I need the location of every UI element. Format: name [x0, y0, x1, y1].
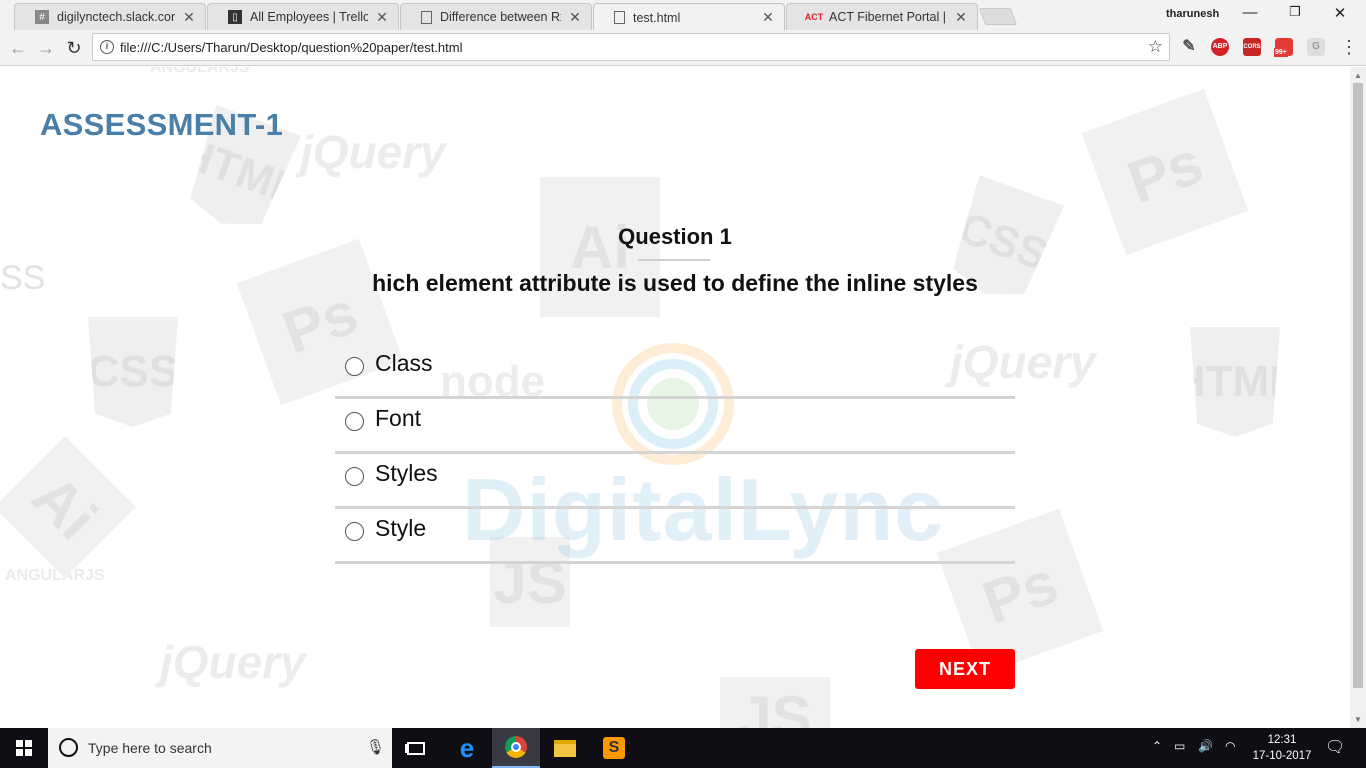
- trello-icon: ▯: [228, 10, 242, 24]
- reload-icon[interactable]: ↻: [62, 36, 86, 60]
- tab-rxjs[interactable]: Difference between Rxjs ✕: [400, 3, 592, 30]
- back-arrow-icon[interactable]: ←: [6, 36, 30, 60]
- watermark-html5: HTML: [1190, 327, 1280, 437]
- clock-date: 17-10-2017: [1252, 750, 1312, 762]
- search-placeholder: Type here to search: [88, 740, 212, 756]
- window-close-icon[interactable]: ✕: [1320, 4, 1360, 24]
- windows-taskbar: Type here to search 🎙 e S ⌃ ▭ 🔊 ◠ 12:31 …: [0, 728, 1366, 768]
- menu-icon[interactable]: ⋮: [1340, 36, 1358, 58]
- battery-icon[interactable]: ▭: [1174, 739, 1185, 753]
- browser-toolbar: ← → ↻ i file:///C:/Users/Tharun/Desktop/…: [0, 30, 1366, 66]
- clock-time: 12:31: [1267, 734, 1297, 746]
- start-button[interactable]: [0, 728, 48, 768]
- answer-options: Class Font Styles Style: [335, 344, 1015, 564]
- next-button[interactable]: NEXT: [915, 649, 1015, 689]
- chrome-icon[interactable]: [492, 728, 540, 768]
- close-icon[interactable]: ✕: [181, 9, 197, 26]
- notification-count: 99+: [1274, 48, 1288, 57]
- slack-icon: #: [35, 10, 49, 24]
- info-icon[interactable]: i: [100, 40, 114, 54]
- close-icon[interactable]: ✕: [567, 9, 583, 26]
- eyedropper-icon[interactable]: ✎: [1180, 38, 1198, 56]
- page-title: ASSESSMENT-1: [40, 107, 284, 142]
- tab-title: All Employees | Trello: [250, 10, 368, 24]
- tab-test-html[interactable]: test.html ✕: [593, 3, 785, 31]
- answer-option[interactable]: Class: [335, 344, 1015, 399]
- page-icon: [421, 10, 432, 24]
- chevron-up-icon[interactable]: ⌃: [1152, 739, 1162, 753]
- cortana-icon: [59, 738, 78, 757]
- close-icon[interactable]: ✕: [953, 9, 969, 26]
- watermark-angular: ANGULARJS: [150, 67, 250, 76]
- notification-icon[interactable]: 99+: [1274, 38, 1293, 57]
- tab-slack[interactable]: # digilynctech.slack.com ✕: [14, 3, 206, 30]
- act-icon: ACT: [804, 12, 824, 22]
- question-text: hich element attribute is used to define…: [372, 270, 978, 296]
- google-icon[interactable]: G: [1307, 38, 1325, 56]
- restore-icon[interactable]: ❐: [1275, 4, 1315, 24]
- taskbar-search[interactable]: Type here to search 🎙: [48, 728, 392, 768]
- scrollbar-thumb[interactable]: [1353, 83, 1363, 688]
- tab-title: ACT Fibernet Portal | ACT: [829, 10, 947, 24]
- profile-name[interactable]: tharunesh: [1166, 8, 1219, 20]
- action-center-icon[interactable]: 🗨: [1325, 737, 1345, 757]
- answer-option[interactable]: Style: [335, 509, 1015, 564]
- vertical-scrollbar[interactable]: ▲ ▼: [1350, 67, 1366, 728]
- volume-icon[interactable]: 🔊: [1198, 739, 1213, 753]
- tab-trello[interactable]: ▯ All Employees | Trello ✕: [207, 3, 399, 30]
- scroll-down-icon[interactable]: ▼: [1354, 715, 1362, 724]
- option-label[interactable]: Font: [375, 405, 421, 432]
- url-text[interactable]: file:///C:/Users/Tharun/Desktop/question…: [120, 40, 463, 55]
- new-tab-button[interactable]: [978, 8, 1018, 25]
- option-label[interactable]: Styles: [375, 460, 438, 487]
- radio-button[interactable]: [345, 357, 364, 376]
- scroll-up-icon[interactable]: ▲: [1354, 71, 1362, 80]
- watermark-js: JS: [720, 677, 830, 728]
- task-view-icon[interactable]: [392, 728, 440, 768]
- wifi-icon[interactable]: ◠: [1225, 739, 1235, 753]
- question-underline: [638, 259, 710, 261]
- radio-button[interactable]: [345, 522, 364, 541]
- tab-act[interactable]: ACT ACT Fibernet Portal | ACT ✕: [786, 3, 978, 30]
- forward-arrow-icon[interactable]: →: [34, 36, 58, 60]
- page-icon: [614, 11, 625, 24]
- page-content: jQuery jQuery jQuery node ANGULARJS ANGU…: [0, 67, 1350, 728]
- microphone-icon[interactable]: 🎙: [366, 738, 385, 756]
- close-icon[interactable]: ✕: [760, 9, 776, 26]
- answer-option[interactable]: Styles: [335, 454, 1015, 509]
- watermark-css3: CSS: [88, 317, 178, 427]
- radio-button[interactable]: [345, 467, 364, 486]
- watermark-jquery: jQuery: [300, 126, 446, 178]
- answer-option[interactable]: Font: [335, 399, 1015, 454]
- adblock-plus-icon[interactable]: ABP: [1211, 38, 1229, 56]
- radio-button[interactable]: [345, 412, 364, 431]
- tab-title: test.html: [633, 10, 681, 25]
- file-explorer-icon[interactable]: [541, 728, 589, 768]
- system-clock[interactable]: 12:31 17-10-2017: [1252, 732, 1312, 764]
- windows-logo-icon: [16, 740, 32, 756]
- option-label[interactable]: Class: [375, 350, 433, 377]
- watermark-angular: ANGULARJS: [5, 567, 105, 584]
- cors-icon[interactable]: CORS: [1243, 38, 1261, 56]
- tab-title: Difference between Rxjs: [440, 10, 561, 24]
- option-label[interactable]: Style: [375, 515, 426, 542]
- tab-strip: # digilynctech.slack.com ✕ ▯ All Employe…: [0, 0, 1366, 31]
- minimize-icon[interactable]: —: [1230, 4, 1270, 24]
- close-icon[interactable]: ✕: [374, 9, 390, 26]
- watermark-angular-logo: Ai: [0, 436, 136, 578]
- tab-title: digilynctech.slack.com: [57, 10, 175, 24]
- watermark-jquery: jQuery: [160, 636, 306, 688]
- question-number: Question 1: [618, 224, 732, 249]
- address-bar[interactable]: i file:///C:/Users/Tharun/Desktop/questi…: [92, 33, 1170, 61]
- bookmark-star-icon[interactable]: ☆: [1148, 37, 1163, 57]
- edge-icon[interactable]: e: [443, 728, 491, 768]
- sublime-text-icon[interactable]: S: [590, 728, 638, 768]
